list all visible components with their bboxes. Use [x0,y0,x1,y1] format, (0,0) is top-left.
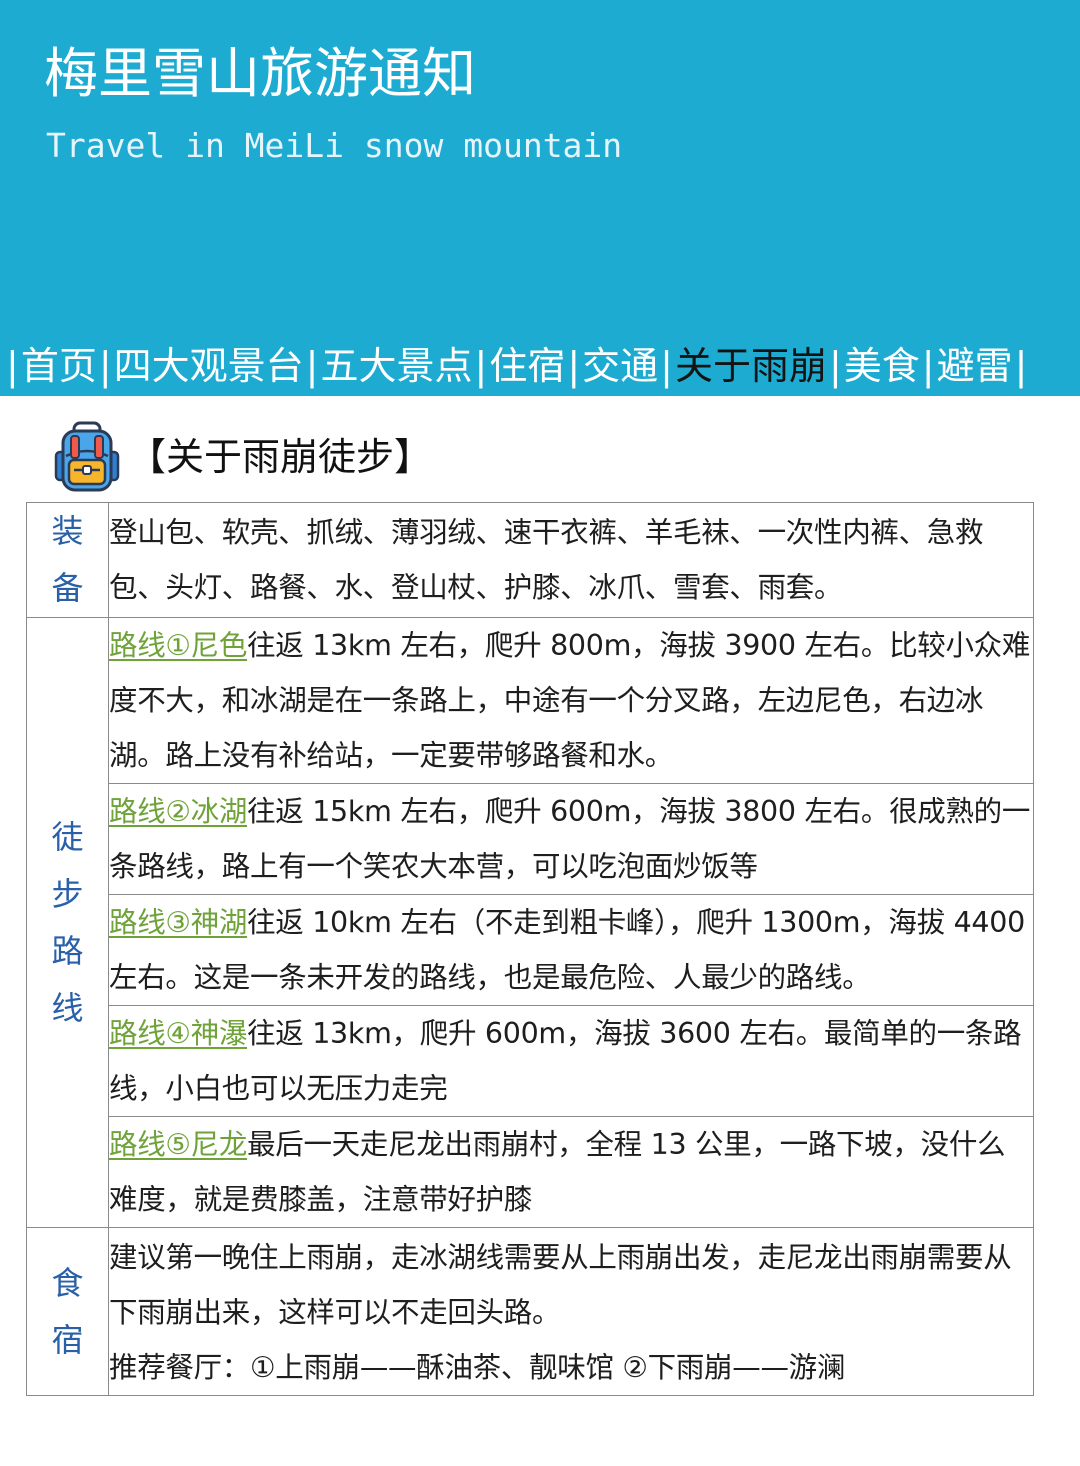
restaurant-recommendation: 推荐餐厅：①上雨崩——酥油茶、靓味馆 ②下雨崩——游澜 [109,1351,846,1384]
route-description: 往返 10km 左右（不走到粗卡峰），爬升 1300m，海拔 4400 左右。这… [109,906,1025,994]
category-label-routes: 徒 步 路 线 [26,617,109,1228]
header-banner: 梅里雪山旅游通知 Travel in MeiLi snow mountain |… [0,0,1080,396]
route-cell: 路线①尼色往返 13km 左右，爬升 800m，海拔 3900 左右。比较小众难… [108,617,1034,784]
route-description: 往返 13km 左右，爬升 800m，海拔 3900 左右。比较小众难度不大，和… [109,629,1031,772]
category-label-equipment: 装 备 [26,502,109,618]
route-cell: 路线③神湖往返 10km 左右（不走到粗卡峰），爬升 1300m，海拔 4400… [108,894,1034,1006]
category-char: 线 [51,988,84,1027]
table-row-route: 路线⑤尼龙最后一天走尼龙出雨崩村，全程 13 公里，一路下坡，没什么难度，就是费… [27,1116,1034,1228]
section-header: 【关于雨崩徒步】 [50,420,432,494]
table-row-route: 路线③神湖往返 10km 左右（不走到粗卡峰），爬升 1300m，海拔 4400… [27,894,1034,1006]
route-link[interactable]: 路线③神湖 [109,906,247,939]
nav-item-attractions[interactable]: 五大景点 [320,338,472,394]
table-row-route: 路线④神瀑往返 13km，爬升 600m，海拔 3600 左右。最简单的一条路线… [27,1005,1034,1117]
category-char: 路 [51,931,84,970]
table-row-lodging: 食 宿 建议第一晚住上雨崩，走冰湖线需要从上雨崩出发，走尼龙出雨崩需要从下雨崩出… [26,1227,1034,1396]
lodging-cell: 建议第一晚住上雨崩，走冰湖线需要从上雨崩出发，走尼龙出雨崩需要从下雨崩出来，这样… [108,1227,1034,1396]
nav-separator: | [828,344,842,388]
route-cell: 路线④神瀑往返 13km，爬升 600m，海拔 3600 左右。最简单的一条路线… [108,1005,1034,1117]
trek-info-table: 装 备 登山包、软壳、抓绒、薄羽绒、速干衣裤、羊毛袜、一次性内裤、急救包、头灯、… [26,502,1034,1396]
route-description: 往返 15km 左右，爬升 600m，海拔 3800 左右。很成熟的一条路线，路… [109,795,1031,883]
nav-separator: | [98,344,112,388]
category-char: 宿 [51,1320,84,1359]
nav-item-food[interactable]: 美食 [844,338,920,394]
nav-separator: | [6,344,19,388]
route-link[interactable]: 路线⑤尼龙 [109,1128,247,1161]
category-char: 食 [51,1263,84,1302]
category-char: 徒 [51,817,84,856]
nav-item-viewpoints[interactable]: 四大观景台 [114,338,304,394]
page-subtitle: Travel in MeiLi snow mountain [46,126,623,165]
nav-separator: | [660,344,673,388]
route-link[interactable]: 路线④神瀑 [109,1017,247,1050]
section-title: 【关于雨崩徒步】 [128,435,433,479]
nav-item-yubeng[interactable]: 关于雨崩 [675,338,827,394]
nav-item-pitfalls[interactable]: 避雷 [937,338,1013,394]
nav-separator: | [921,344,935,388]
route-link[interactable]: 路线①尼色 [109,629,247,662]
route-link[interactable]: 路线②冰湖 [109,795,247,828]
nav-separator: | [305,344,319,388]
table-row-route: 徒 步 路 线 路线①尼色往返 13km 左右，爬升 800m，海拔 3900 … [26,617,1034,1228]
category-char: 装 [51,512,84,550]
category-char: 步 [51,874,84,913]
nav-separator: | [474,344,488,388]
lodging-text: 建议第一晚住上雨崩，走冰湖线需要从上雨崩出发，走尼龙出雨崩需要从下雨崩出来，这样… [109,1241,1012,1329]
route-cell: 路线⑤尼龙最后一天走尼龙出雨崩村，全程 13 公里，一路下坡，没什么难度，就是费… [108,1116,1034,1228]
category-label-lodging: 食 宿 [26,1227,109,1396]
table-row-route: 路线②冰湖往返 15km 左右，爬升 600m，海拔 3800 左右。很成熟的一… [27,783,1034,895]
nav-bar: | 首页 | 四大观景台 | 五大景点 | 住宿 | 交通 | 关于雨崩 | 美… [4,338,1029,394]
nav-separator: | [1014,344,1028,388]
page-title: 梅里雪山旅游通知 [44,42,476,105]
equipment-text: 登山包、软壳、抓绒、薄羽绒、速干衣裤、羊毛袜、一次性内裤、急救包、头灯、路餐、水… [108,502,1034,618]
nav-item-lodging[interactable]: 住宿 [489,338,565,394]
backpack-icon [54,421,120,492]
route-cell: 路线②冰湖往返 15km 左右，爬升 600m，海拔 3800 左右。很成熟的一… [108,783,1034,895]
nav-item-transport[interactable]: 交通 [582,338,658,394]
category-char: 备 [51,569,84,607]
table-row-equipment: 装 备 登山包、软壳、抓绒、薄羽绒、速干衣裤、羊毛袜、一次性内裤、急救包、头灯、… [26,502,1034,618]
nav-separator: | [567,344,581,388]
nav-item-home[interactable]: 首页 [21,338,97,394]
